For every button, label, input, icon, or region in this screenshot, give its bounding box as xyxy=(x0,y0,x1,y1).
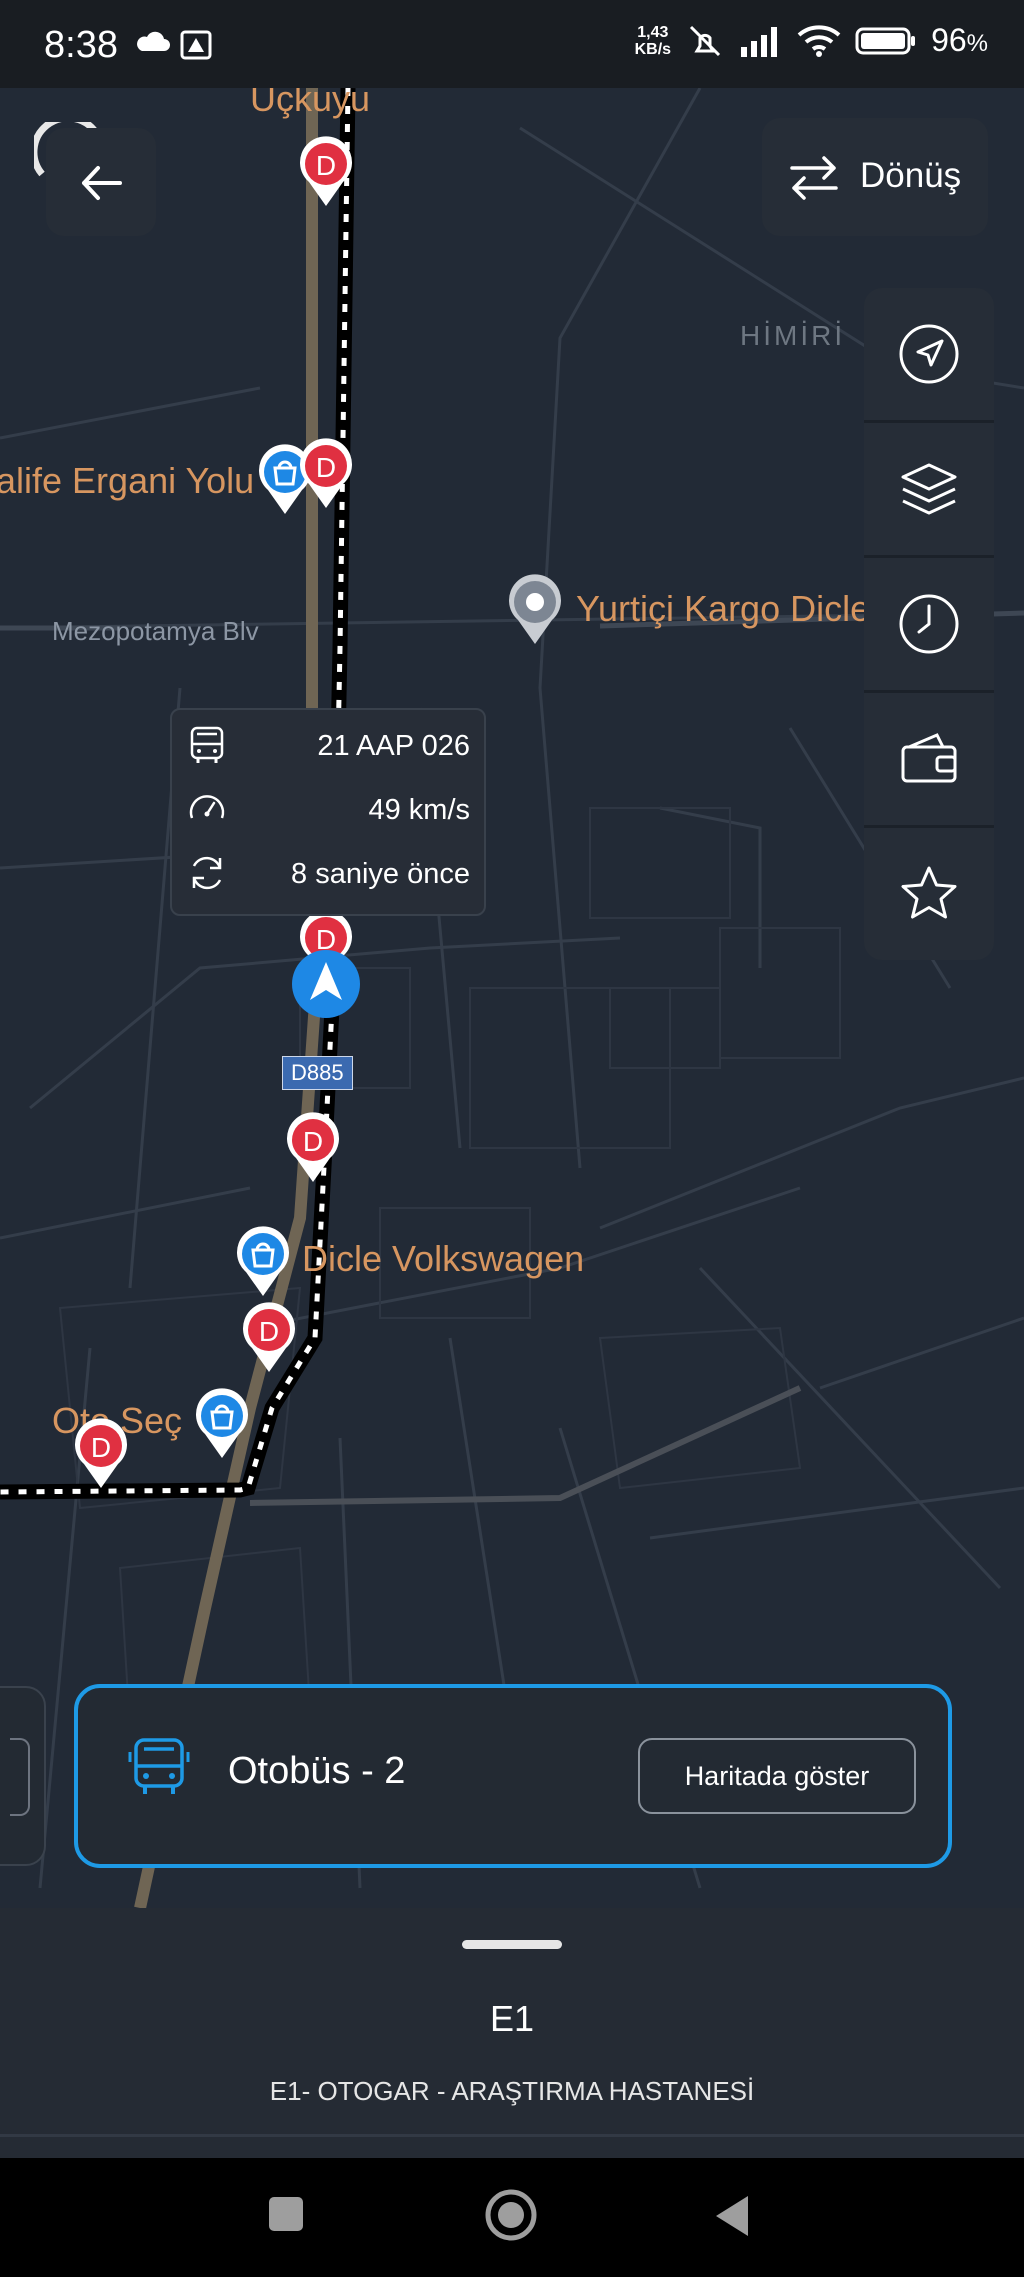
layers-button[interactable] xyxy=(864,423,994,558)
road-shield: D885 xyxy=(282,1056,353,1090)
system-nav-bar xyxy=(0,2158,1024,2277)
location-pin[interactable] xyxy=(506,574,564,646)
svg-text:D: D xyxy=(316,150,336,181)
bus-name: Otobüs - 2 xyxy=(228,1750,406,1792)
star-icon xyxy=(901,866,957,919)
previous-card-stub[interactable] xyxy=(0,1686,46,1866)
wallet-icon xyxy=(901,733,957,783)
place-label-uckuyu: Uçkuyu xyxy=(250,88,371,119)
status-time: 8:38 xyxy=(44,24,118,66)
stop-pin[interactable]: D xyxy=(297,438,355,510)
shop-pin[interactable] xyxy=(193,1388,251,1460)
stop-pin[interactable]: D xyxy=(72,1418,130,1490)
map-side-toolbar xyxy=(864,288,994,960)
drag-handle[interactable] xyxy=(462,1940,562,1949)
back-button[interactable] xyxy=(46,128,156,236)
place-label-yurtici-kargo: Yurtiçi Kargo Dicle xyxy=(576,588,871,629)
line-code: E1 xyxy=(489,1998,535,2039)
clock-icon xyxy=(899,594,959,654)
line-description: E1- OTOGAR - ARAŞTIRMA HASTANESİ xyxy=(269,2076,755,2106)
battery-icon xyxy=(855,27,916,54)
bus-icon xyxy=(190,726,224,763)
district-label-himiri: HİMİRİ xyxy=(740,320,846,351)
swap-arrows-icon xyxy=(790,156,838,200)
back-nav-icon[interactable] xyxy=(712,2194,752,2238)
vehicle-plate: 21 AAP 026 xyxy=(317,730,470,762)
svg-text:D: D xyxy=(259,1316,279,1347)
speedometer-icon xyxy=(189,795,225,819)
place-label-ergani-yolu: alife Ergani Yolu xyxy=(0,460,255,501)
vehicle-speed: 49 km/s xyxy=(368,794,470,826)
vehicle-speed-row: 49 km/s xyxy=(186,780,470,840)
arrow-left-icon xyxy=(82,166,122,200)
shop-pin[interactable] xyxy=(234,1226,292,1298)
status-bar: 8:38 1,43 KB/s 96% xyxy=(0,0,1024,88)
mute-icon xyxy=(690,25,721,56)
stop-pin[interactable]: D xyxy=(240,1302,298,1374)
svg-text:D: D xyxy=(316,452,336,483)
wifi-icon xyxy=(797,24,841,57)
layers-icon xyxy=(901,463,957,515)
vehicle-marker-icon[interactable] xyxy=(290,948,362,1020)
wallet-button[interactable] xyxy=(864,693,994,828)
svg-text:D: D xyxy=(303,1126,323,1157)
stop-pin[interactable]: D xyxy=(284,1112,342,1184)
refresh-icon xyxy=(192,856,222,890)
bus-icon xyxy=(128,1738,190,1794)
place-label-dicle-volkswagen: Dicle Volkswagen xyxy=(302,1238,585,1279)
vehicle-info-popup: 21 AAP 026 49 km/s 8 saniye önce xyxy=(170,708,486,916)
recent-apps-icon[interactable] xyxy=(266,2194,306,2234)
navigation-icon xyxy=(899,324,959,384)
stop-pin[interactable]: D xyxy=(297,136,355,208)
return-route-button[interactable]: Dönüş xyxy=(762,118,988,236)
status-right: 1,43 KB/s 96% xyxy=(635,22,988,59)
svg-text:D: D xyxy=(91,1432,111,1463)
signal-icon xyxy=(741,26,778,57)
favorites-button[interactable] xyxy=(864,828,994,960)
sheet-divider xyxy=(0,2134,1024,2137)
home-icon[interactable] xyxy=(484,2188,538,2242)
bus-card[interactable]: Otobüs - 2 Haritada göster xyxy=(74,1684,952,1868)
net-speed: 1,43 KB/s xyxy=(634,23,672,58)
street-label-mezopotamya: Mezopotamya Blv xyxy=(52,616,259,646)
vehicle-updated-row: 8 saniye önce xyxy=(186,844,470,904)
battery-level: 96% xyxy=(931,22,988,58)
cloud-icon xyxy=(137,31,170,51)
bottom-sheet[interactable]: E1 E1- OTOGAR - ARAŞTIRMA HASTANESİ xyxy=(0,1908,1024,2158)
history-button[interactable] xyxy=(864,558,994,693)
notification-icon xyxy=(180,30,212,60)
show-on-map-button[interactable]: Haritada göster xyxy=(638,1738,916,1814)
my-location-button[interactable] xyxy=(864,288,994,423)
return-route-label: Dönüş xyxy=(860,156,962,195)
vehicle-plate-row: 21 AAP 026 xyxy=(186,716,470,776)
vehicle-updated: 8 saniye önce xyxy=(291,858,470,890)
